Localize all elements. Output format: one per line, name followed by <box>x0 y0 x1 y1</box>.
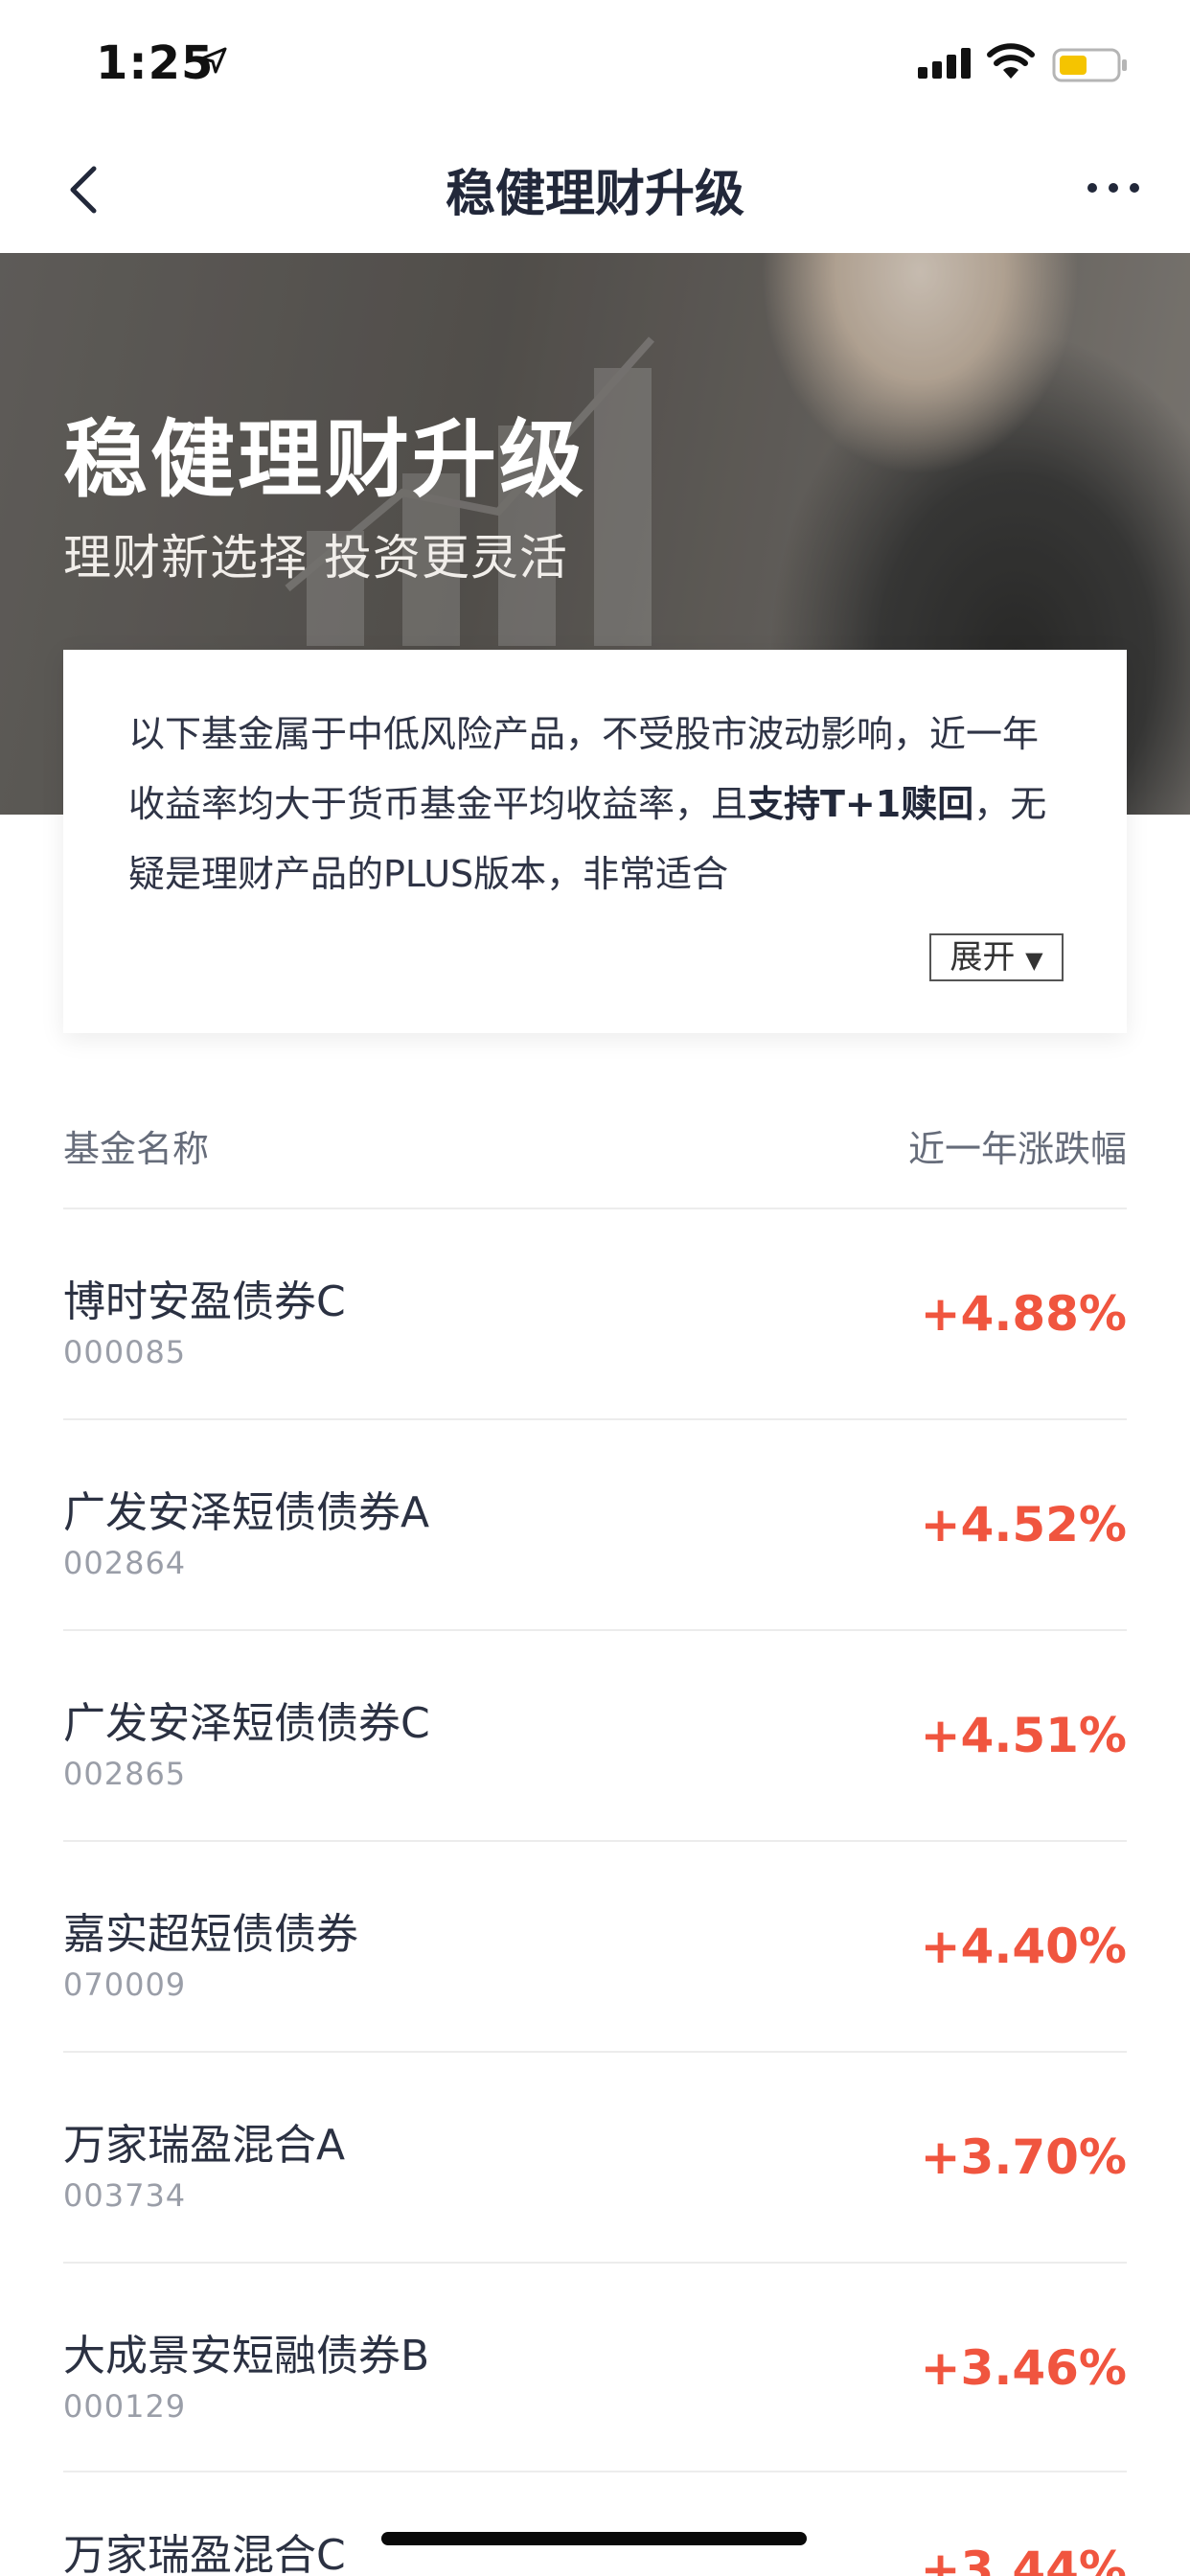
fund-code: 002865 <box>63 1756 187 1792</box>
fund-change: +4.88% <box>920 1286 1127 1342</box>
fund-change: +4.52% <box>920 1497 1127 1552</box>
fund-change: +4.51% <box>920 1708 1127 1763</box>
fund-name: 嘉实超短债债券 <box>63 1910 358 1959</box>
nav-bar: 稳健理财升级 <box>0 126 1190 253</box>
fund-row[interactable]: 嘉实超短债债券 070009 +4.40% <box>63 1842 1127 2051</box>
caret-down-icon: ▼ <box>1025 947 1043 974</box>
fund-list-header: 基金名称 近一年涨跌幅 <box>63 1102 1127 1179</box>
fund-row[interactable]: 万家瑞盈混合A 003734 +3.70% <box>63 2053 1127 2262</box>
home-indicator <box>381 2532 807 2545</box>
fund-name: 大成景安短融债券B <box>63 2332 430 2380</box>
header-fund-name: 基金名称 <box>63 1128 210 1170</box>
fund-row[interactable]: 大成景安短融债券B 000129 +3.46% <box>63 2264 1127 2472</box>
signal-icon <box>918 48 971 79</box>
status-bar: 1:25 <box>0 0 1190 126</box>
fund-row[interactable]: 广发安泽短债债券A 002864 +4.52% <box>63 1420 1127 1629</box>
intro-text: 以下基金属于中低风险产品，不受股市波动影响，近一年收益率均大于货币基金平均收益率… <box>128 700 1067 909</box>
wifi-icon <box>987 43 1035 79</box>
page-title: 稳健理财升级 <box>445 166 744 223</box>
fund-name: 广发安泽短债债券A <box>63 1488 430 1537</box>
fund-code: 003734 <box>63 2177 187 2214</box>
fund-row[interactable]: 万家瑞盈混合C +3.44% <box>63 2472 1127 2576</box>
hero-title: 稳健理财升级 <box>63 410 587 509</box>
fund-row[interactable]: 广发安泽短债债券C 002865 +4.51% <box>63 1631 1127 1840</box>
status-time: 1:25 <box>96 36 215 90</box>
fund-row[interactable]: 博时安盈债券C 000085 +4.88% <box>63 1209 1127 1418</box>
intro-card: 以下基金属于中低风险产品，不受股市波动影响，近一年收益率均大于货币基金平均收益率… <box>63 650 1127 1033</box>
fund-name: 广发安泽短债债券C <box>63 1699 430 1748</box>
expand-button[interactable]: 展开 ▼ <box>929 933 1064 981</box>
fund-code: 000129 <box>63 2388 187 2425</box>
location-arrow-icon <box>200 47 227 74</box>
battery-icon <box>1052 48 1127 82</box>
hero-subtitle: 理财新选择 投资更灵活 <box>63 530 568 586</box>
fund-name: 万家瑞盈混合A <box>63 2121 346 2170</box>
fund-change: +3.70% <box>920 2129 1127 2185</box>
fund-code: 070009 <box>63 1966 187 2003</box>
fund-change: +3.44% <box>920 2542 1127 2576</box>
intro-text-bold: 支持T+1赎回 <box>747 783 974 825</box>
expand-label: 展开 <box>950 938 1016 977</box>
fund-name: 博时安盈债券C <box>63 1277 346 1326</box>
fund-code: 000085 <box>63 1334 187 1370</box>
fund-change: +4.40% <box>920 1919 1127 1974</box>
fund-name: 万家瑞盈混合C <box>63 2531 346 2576</box>
fund-change: +3.46% <box>920 2340 1127 2396</box>
header-yearly-change: 近一年涨跌幅 <box>907 1128 1127 1170</box>
more-dots-icon[interactable] <box>1085 169 1142 207</box>
fund-code: 002864 <box>63 1545 187 1581</box>
